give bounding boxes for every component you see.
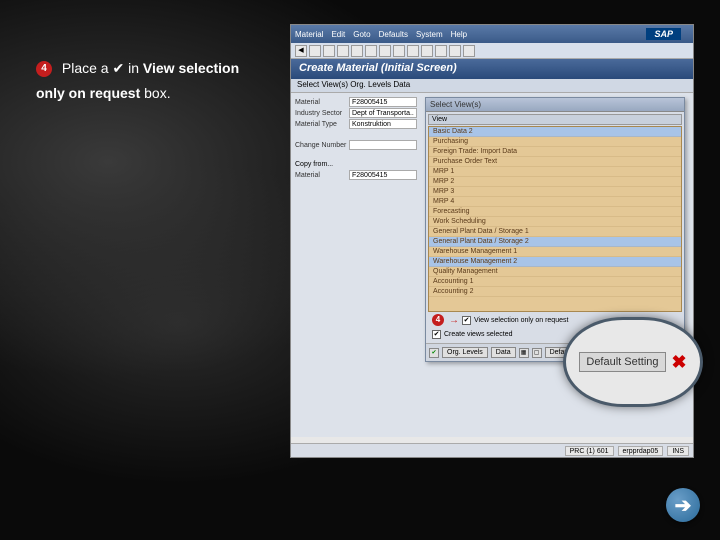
sap-menubar: Material Edit Goto Defaults System Help … [291, 25, 693, 43]
toolbar-btn[interactable] [463, 45, 475, 57]
data-button[interactable]: Data [491, 347, 516, 358]
list-item[interactable]: MRP 1 [429, 167, 681, 177]
create-views-label: Create views selected [444, 331, 512, 338]
confirm-icon[interactable]: ✔ [429, 348, 439, 358]
menu-system[interactable]: System [416, 30, 443, 39]
list-item[interactable]: General Plant Data / Storage 2 [429, 237, 681, 247]
toolbar-btn[interactable] [379, 45, 391, 57]
change-label: Change Number [295, 142, 349, 149]
instr-part3: box. [140, 85, 170, 101]
next-button[interactable]: ➔ [666, 488, 700, 522]
list-item[interactable]: Foreign Trade: Import Data [429, 147, 681, 157]
close-icon-zoomed: ✖ [672, 352, 687, 373]
type-label: Material Type [295, 121, 349, 128]
list-item[interactable]: Quality Management [429, 267, 681, 277]
list-item[interactable]: Accounting 2 [429, 287, 681, 297]
list-item[interactable]: Purchasing [429, 137, 681, 147]
toolbar-btn[interactable] [337, 45, 349, 57]
menu-edit[interactable]: Edit [331, 30, 345, 39]
status-server: erpprdap05 [618, 446, 664, 456]
toolbar-btn[interactable] [421, 45, 433, 57]
list-item[interactable]: Warehouse Management 1 [429, 247, 681, 257]
left-form-panel: MaterialF28005415 Industry SectorDept of… [291, 93, 421, 437]
dialog-title: Select View(s) [426, 98, 684, 112]
toolbar-btn[interactable] [323, 45, 335, 57]
select-all-icon[interactable]: ▦ [519, 348, 529, 358]
list-item[interactable]: Warehouse Management 2 [429, 257, 681, 267]
view-list[interactable]: Basic Data 2 Purchasing Foreign Trade: I… [428, 126, 682, 312]
list-item[interactable]: Basic Data 2 [429, 127, 681, 137]
toolbar-btn[interactable] [449, 45, 461, 57]
copy-material-label: Material [295, 172, 349, 179]
magnifier-callout: Default Setting ✖ [563, 317, 703, 407]
create-views-checkbox[interactable]: ✔ [432, 330, 441, 339]
view-selection-label: View selection only on request [474, 317, 568, 324]
status-bar: PRC (1) 601 erpprdap05 INS [291, 443, 693, 457]
list-item[interactable]: Purchase Order Text [429, 157, 681, 167]
status-mode: INS [667, 446, 689, 456]
material-label: Material [295, 99, 349, 106]
default-setting-zoomed: Default Setting [579, 352, 665, 372]
type-field[interactable]: Konstruktion produ.. [349, 119, 417, 129]
screen-subheader: Select View(s) Org. Levels Data [291, 79, 693, 93]
arrow-right-icon: ➔ [675, 493, 692, 518]
status-client: PRC (1) 601 [565, 446, 614, 456]
sap-window: Material Edit Goto Defaults System Help … [290, 24, 694, 458]
list-item[interactable]: MRP 4 [429, 197, 681, 207]
toolbar-btn[interactable] [365, 45, 377, 57]
menu-material[interactable]: Material [295, 30, 323, 39]
sector-field[interactable]: Dept of Transporta.. [349, 108, 417, 118]
org-levels-button[interactable]: Org. Levels [442, 347, 488, 358]
list-item[interactable]: Forecasting [429, 207, 681, 217]
deselect-icon[interactable]: ▢ [532, 348, 542, 358]
list-item[interactable]: Work Scheduling [429, 217, 681, 227]
toolbar-back-icon[interactable]: ◀ [295, 45, 307, 57]
toolbar-btn[interactable] [351, 45, 363, 57]
sector-label: Industry Sector [295, 110, 349, 117]
toolbar-btn[interactable] [435, 45, 447, 57]
instr-bold2: only on request [36, 85, 140, 101]
material-field[interactable]: F28005415 [349, 97, 417, 107]
copy-material-field[interactable]: F28005415 [349, 170, 417, 180]
toolbar-btn[interactable] [309, 45, 321, 57]
instruction-text: 4 Place a ✔ in View selection only on re… [36, 56, 276, 106]
instr-part2: in [124, 60, 143, 76]
toolbar-btn[interactable] [407, 45, 419, 57]
toolbar-btn[interactable] [393, 45, 405, 57]
view-list-header: View [428, 114, 682, 125]
copy-from-label: Copy from... [295, 161, 417, 168]
list-item[interactable]: MRP 2 [429, 177, 681, 187]
list-item[interactable]: MRP 3 [429, 187, 681, 197]
change-field[interactable] [349, 140, 417, 150]
view-selection-checkbox[interactable]: ✔ [462, 316, 471, 325]
instr-bold1: View selection [143, 60, 239, 76]
sap-toolbar: ◀ [291, 43, 693, 59]
screen-title: Create Material (Initial Screen) [291, 59, 693, 79]
arrow-icon: → [449, 315, 459, 326]
sap-logo: SAP [646, 28, 681, 40]
instr-part1: Place a [62, 60, 113, 76]
list-item[interactable]: General Plant Data / Storage 1 [429, 227, 681, 237]
menu-help[interactable]: Help [451, 30, 467, 39]
list-item[interactable]: Accounting 1 [429, 277, 681, 287]
step-badge-4: 4 [36, 61, 52, 77]
menu-goto[interactable]: Goto [353, 30, 370, 39]
step-badge-inline: 4 [432, 314, 444, 326]
menu-defaults[interactable]: Defaults [379, 30, 408, 39]
check-icon: ✔ [112, 60, 124, 76]
